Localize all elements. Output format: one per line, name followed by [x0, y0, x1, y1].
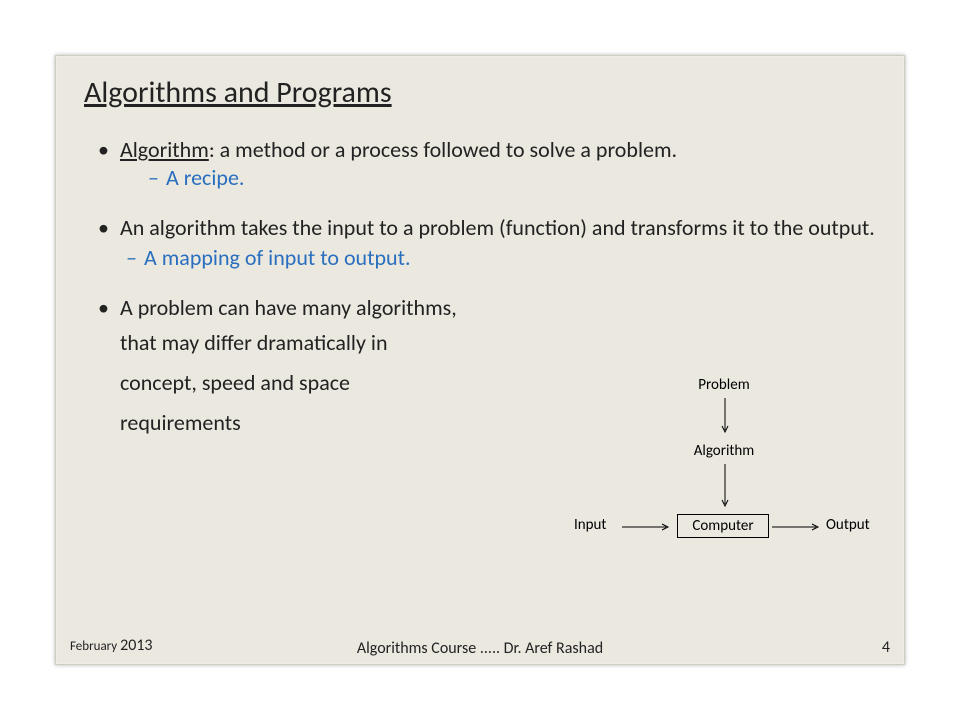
slide-body: Algorithms and Programs Algorithm: a met…	[55, 55, 905, 665]
sub-list-1: A recipe.	[120, 164, 876, 193]
diagram-algorithm-label: Algorithm	[679, 442, 769, 460]
sub-recipe: A recipe.	[148, 164, 876, 193]
diagram-computer-box: Computer	[677, 514, 769, 538]
arrow-down-icon	[722, 398, 728, 438]
diagram-input-label: Input	[574, 516, 624, 534]
term-algorithm: Algorithm	[120, 136, 209, 163]
sub-mapping: A mapping of input to output.	[126, 244, 876, 273]
flow-diagram: Problem Algorithm Input Computer Output	[574, 376, 874, 606]
bullet-2: An algorithm takes the input to a proble…	[98, 215, 876, 240]
diagram-problem-label: Problem	[684, 376, 764, 394]
footer-page-number: 4	[882, 638, 890, 657]
cont-line-1: that may differ dramatically in	[120, 326, 876, 360]
bullet-1: Algorithm: a method or a process followe…	[98, 137, 876, 193]
sub-list-2: A mapping of input to output.	[98, 244, 876, 273]
arrow-down-icon	[722, 464, 728, 512]
footer-course: Algorithms Course ..... Dr. Aref Rashad	[0, 639, 960, 658]
bullet-3: A problem can have many algorithms,	[98, 295, 876, 320]
diagram-output-label: Output	[826, 516, 886, 534]
arrow-right-icon	[772, 524, 824, 530]
bullet-1-rest: : a method or a process followed to solv…	[209, 136, 677, 163]
arrow-right-icon	[622, 524, 674, 530]
slide-title: Algorithms and Programs	[84, 74, 876, 111]
bullet-list: Algorithm: a method or a process followe…	[84, 137, 876, 240]
bullet-list-2: A problem can have many algorithms,	[84, 295, 876, 320]
